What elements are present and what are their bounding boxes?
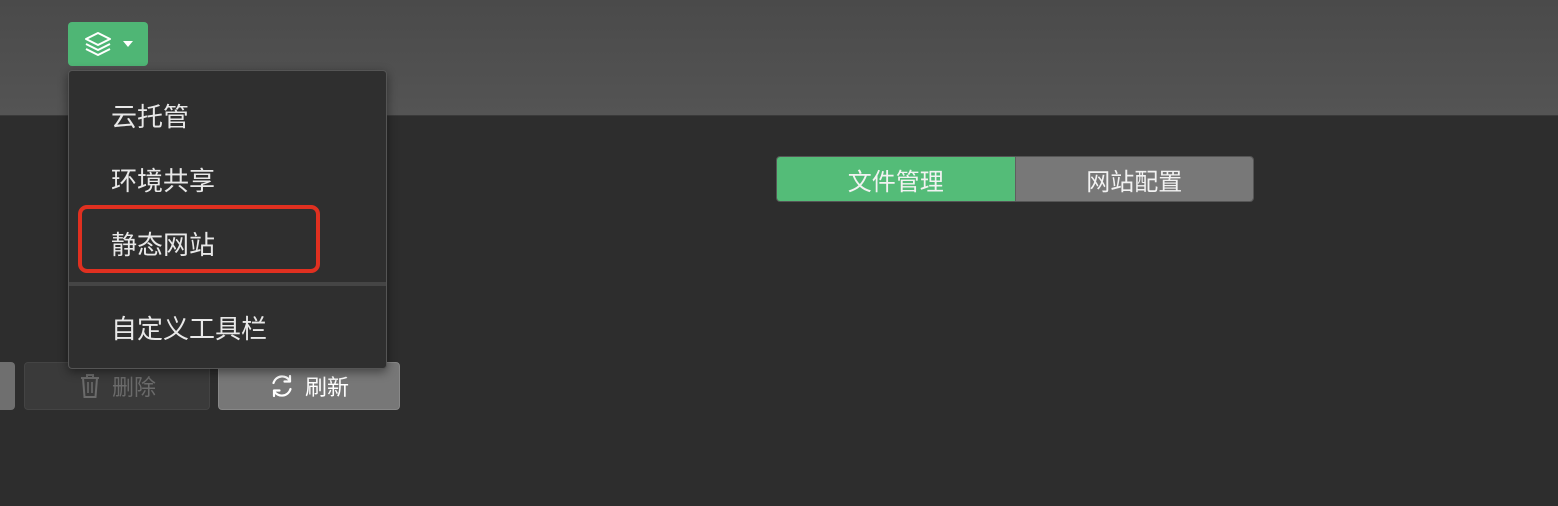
partial-button[interactable] [0,362,15,410]
view-tabs: 文件管理 网站配置 [776,156,1254,202]
refresh-button[interactable]: 刷新 [218,362,400,410]
menu-item-cloud-hosting[interactable]: 云托管 [69,90,386,140]
layers-icon [85,32,111,56]
menu-item-custom-toolbar[interactable]: 自定义工具栏 [69,302,386,352]
layers-dropdown-menu: 云托管 环境共享 静态网站 自定义工具栏 [68,70,387,369]
tab-file-management[interactable]: 文件管理 [777,157,1015,201]
layers-menu-button[interactable] [68,22,148,66]
trash-icon [80,374,99,398]
menu-item-env-sharing[interactable]: 环境共享 [69,154,386,204]
delete-button[interactable]: 删除 [24,362,210,410]
menu-divider [69,282,386,286]
refresh-icon [272,374,292,398]
caret-down-icon [123,41,133,47]
menu-item-static-website[interactable]: 静态网站 [69,218,386,268]
delete-label: 删除 [111,376,156,401]
refresh-label: 刷新 [304,376,349,401]
tab-website-config[interactable]: 网站配置 [1014,157,1253,201]
